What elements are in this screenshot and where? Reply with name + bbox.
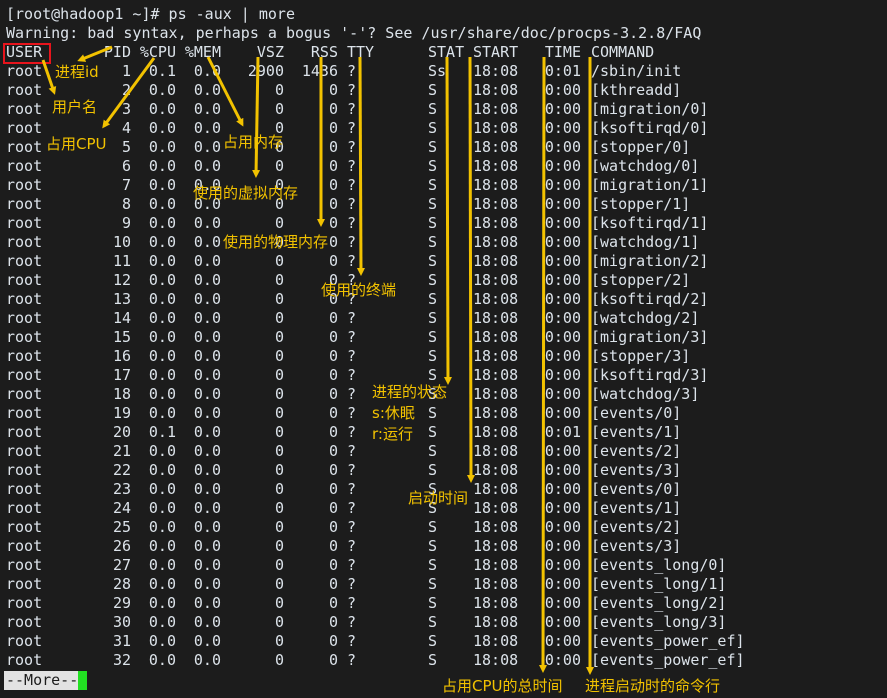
annotation-mem: 占用内存 — [223, 133, 284, 151]
arrow-cpu — [102, 57, 156, 129]
arrow-user — [41, 59, 57, 95]
arrow-stat — [443, 56, 452, 385]
arrow-start — [466, 56, 475, 483]
annotation-command: 进程启动时的命令行 — [585, 677, 721, 695]
annotation-stat: 进程的状态 — [372, 383, 448, 401]
annotation-pid: 进程id — [55, 63, 99, 81]
annotation-user: 用户名 — [52, 98, 98, 116]
annotation-arrows — [41, 45, 594, 675]
annotation-vsz: 使用的虚拟内存 — [193, 184, 299, 202]
arrow-vsz — [252, 56, 261, 178]
arrow-tty — [356, 56, 365, 276]
annotation-time: 占用CPU的总时间 — [442, 677, 563, 695]
arrow-mem — [206, 56, 244, 127]
annotation-tty: 使用的终端 — [321, 281, 397, 299]
annotation-cpu: 占用CPU — [46, 135, 107, 153]
annotation-rss: 使用的物理内存 — [223, 233, 329, 251]
annotation-stat-sleep: s:休眠 — [372, 404, 415, 422]
arrow-pid — [77, 45, 113, 62]
annotation-start: 启动时间 — [408, 489, 469, 507]
annotation-stat-run: r:运行 — [372, 425, 413, 443]
arrow-time — [539, 56, 548, 673]
